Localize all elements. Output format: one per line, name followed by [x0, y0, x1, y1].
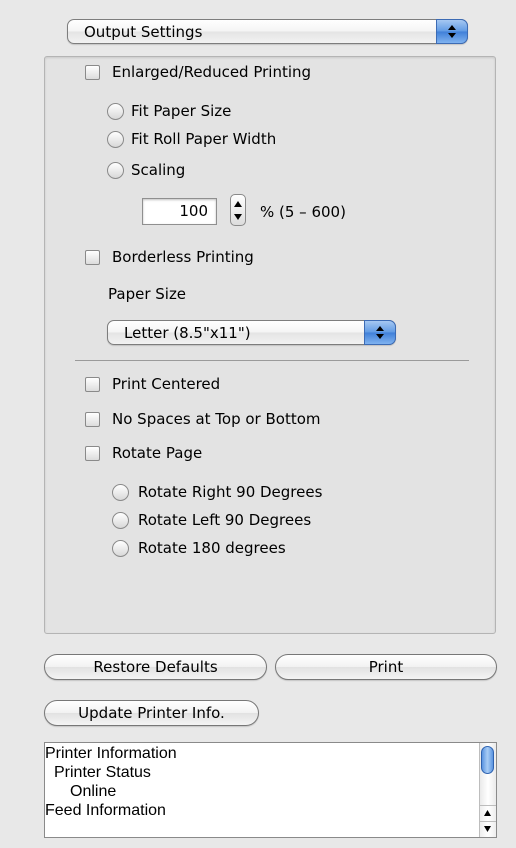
- arrow-up-icon: [484, 810, 491, 816]
- rotate-right-label: Rotate Right 90 Degrees: [138, 483, 323, 501]
- paper-size-value: Letter (8.5"x11"): [124, 324, 251, 342]
- print-centered-checkbox[interactable]: [85, 377, 100, 392]
- arrow-down-icon: [484, 826, 491, 832]
- restore-defaults-button[interactable]: Restore Defaults: [44, 654, 267, 680]
- borderless-checkbox[interactable]: [85, 250, 100, 265]
- rotate-left-radio[interactable]: [112, 512, 129, 529]
- rotate-right-radio[interactable]: [112, 484, 129, 501]
- list-item: Feed Information: [45, 802, 166, 819]
- section-popup-label: Output Settings: [84, 23, 203, 41]
- fit-paper-size-radio[interactable]: [107, 103, 124, 120]
- no-spaces-checkbox[interactable]: [85, 412, 100, 427]
- borderless-label: Borderless Printing: [112, 248, 254, 266]
- list-item: Online: [70, 783, 117, 800]
- paper-size-label: Paper Size: [108, 285, 187, 303]
- fit-paper-size-label: Fit Paper Size: [131, 102, 232, 120]
- scaling-stepper[interactable]: [230, 194, 246, 226]
- scaling-input[interactable]: 100: [142, 198, 217, 225]
- fit-roll-paper-width-radio[interactable]: [107, 131, 124, 148]
- stepper-down-icon: [234, 214, 242, 220]
- list-item: Printer Information: [45, 745, 177, 762]
- rotate-page-checkbox[interactable]: [85, 446, 100, 461]
- rotate-180-radio[interactable]: [112, 540, 129, 557]
- scroll-up-button[interactable]: [480, 805, 496, 821]
- section-popup[interactable]: Output Settings: [67, 19, 468, 44]
- rotate-page-label: Rotate Page: [112, 444, 203, 462]
- scaling-label: Scaling: [131, 161, 186, 179]
- paper-size-popup[interactable]: Letter (8.5"x11"): [107, 320, 396, 345]
- popup-arrows-icon: [436, 19, 468, 44]
- print-centered-label: Print Centered: [112, 375, 221, 393]
- scroll-down-button[interactable]: [480, 821, 496, 837]
- update-printer-info-button[interactable]: Update Printer Info.: [44, 700, 259, 726]
- separator: [75, 360, 469, 361]
- rotate-left-label: Rotate Left 90 Degrees: [138, 511, 312, 529]
- fit-roll-paper-width-label: Fit Roll Paper Width: [131, 130, 277, 148]
- rotate-180-label: Rotate 180 degrees: [138, 539, 286, 557]
- list-item: Printer Status: [54, 764, 151, 781]
- enlarged-reduced-checkbox[interactable]: [85, 65, 100, 80]
- print-button[interactable]: Print: [275, 654, 497, 680]
- scaling-range-label: % (5 – 600): [260, 203, 346, 221]
- scrollbar-thumb[interactable]: [481, 746, 494, 774]
- no-spaces-label: No Spaces at Top or Bottom: [112, 410, 321, 428]
- enlarged-reduced-label: Enlarged/Reduced Printing: [112, 63, 312, 81]
- popup-arrows-icon: [364, 320, 396, 345]
- scaling-radio[interactable]: [107, 162, 124, 179]
- printer-info-list[interactable]: Printer Information Printer Status Onlin…: [44, 742, 497, 838]
- stepper-up-icon: [234, 201, 242, 207]
- vertical-scrollbar[interactable]: [479, 743, 496, 837]
